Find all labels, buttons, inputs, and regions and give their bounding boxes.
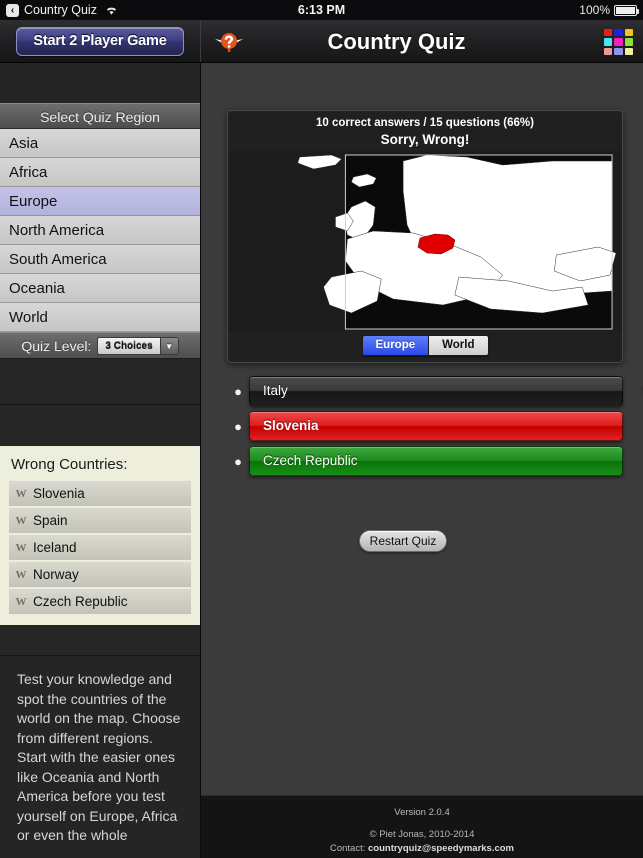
sidebar-spacer-b: [0, 405, 200, 446]
list-item[interactable]: W Czech Republic: [9, 588, 191, 614]
footer: Version 2.0.4 © Piet Jonas, 2010-2014 Co…: [201, 795, 643, 858]
map-toggle-world[interactable]: World: [428, 336, 488, 355]
back-chevron-icon[interactable]: ‹: [6, 3, 19, 17]
answer-list: ● Italy ● Slovenia ● Czech Republic: [227, 376, 623, 481]
list-item[interactable]: W Slovenia: [9, 480, 191, 506]
sidebar-spacer-c: [0, 625, 200, 655]
main-content: 10 correct answers / 15 questions (66%) …: [201, 63, 643, 858]
answer-row: ● Italy: [227, 376, 623, 406]
contact-line: Contact: countryquiz@speedymarks.com: [201, 842, 643, 856]
quiz-level-value: 3 Choices: [98, 337, 160, 354]
wrong-mark-icon: W: [15, 595, 27, 608]
chevron-down-icon: ▼: [159, 337, 178, 354]
sidebar-item-africa[interactable]: Africa: [0, 158, 200, 187]
europe-map[interactable]: [228, 151, 622, 331]
wrong-countries-panel: Wrong Countries: W Slovenia W Spain W Ic…: [0, 446, 200, 625]
grid-cell: [624, 47, 633, 55]
sidebar-item-north-america[interactable]: North America: [0, 216, 200, 245]
sidebar-item-south-america[interactable]: South America: [0, 245, 200, 274]
wrong-country-label: Iceland: [33, 540, 77, 555]
sidebar-top-spacer: [0, 63, 200, 103]
ios-status-bar: ‹ Country Quiz 6:13 PM 100%: [0, 0, 643, 20]
app-root: ‹ Country Quiz 6:13 PM 100% Start 2 Play…: [0, 0, 643, 858]
grid-cell: [604, 29, 613, 37]
wrong-mark-icon: W: [15, 541, 27, 554]
start-2-player-game-button[interactable]: Start 2 Player Game: [16, 27, 184, 56]
answer-option-italy[interactable]: Italy: [249, 376, 623, 406]
answer-option-slovenia[interactable]: Slovenia: [249, 411, 623, 441]
result-message: Sorry, Wrong!: [380, 132, 470, 147]
sidebar-item-europe[interactable]: Europe: [0, 187, 200, 216]
wrong-country-label: Norway: [33, 567, 79, 582]
answer-row: ● Czech Republic: [227, 446, 623, 476]
bullet-icon: ●: [234, 453, 242, 469]
score-line: 10 correct answers / 15 questions (66%): [316, 117, 534, 129]
sidebar-item-oceania[interactable]: Oceania: [0, 274, 200, 303]
answer-row: ● Slovenia: [227, 411, 623, 441]
select-quiz-region-header: Select Quiz Region: [0, 103, 200, 129]
list-item[interactable]: W Iceland: [9, 534, 191, 560]
wrong-country-label: Slovenia: [33, 486, 85, 501]
bullet-icon: ●: [234, 383, 242, 399]
sidebar-item-world[interactable]: World: [0, 303, 200, 332]
grid-cell: [624, 38, 633, 46]
wifi-icon: [105, 5, 118, 16]
bullet-icon: ●: [234, 418, 242, 434]
status-bar-right: 100%: [579, 3, 639, 17]
contact-label: Contact:: [329, 843, 366, 854]
sidebar-item-asia[interactable]: Asia: [0, 129, 200, 158]
app-navbar: Start 2 Player Game Country Quiz: [0, 20, 643, 63]
grid-cell: [624, 29, 633, 37]
quiz-card: 10 correct answers / 15 questions (66%) …: [227, 110, 623, 363]
quiz-level-bar: Quiz Level: 3 Choices ▼: [0, 332, 200, 359]
grid-cell: [614, 38, 623, 46]
about-description: Test your knowledge and spot the countri…: [17, 671, 181, 843]
page-title: Country Quiz: [327, 29, 466, 54]
wrong-country-label: Czech Republic: [33, 594, 128, 609]
wrong-mark-icon: W: [15, 487, 27, 500]
wrong-countries-title: Wrong Countries:: [11, 456, 128, 473]
wrong-mark-icon: W: [15, 568, 27, 581]
sidebar: Select Quiz Region Asia Africa Europe No…: [0, 63, 201, 858]
contact-email[interactable]: countryquiz@speedymarks.com: [368, 843, 514, 854]
segmented-control[interactable]: Europe World: [361, 335, 489, 356]
grid-cell: [604, 47, 613, 55]
grid-cell: [614, 47, 623, 55]
wrong-mark-icon: W: [15, 514, 27, 527]
status-bar-left: ‹ Country Quiz: [6, 3, 118, 17]
color-grid-icon[interactable]: [604, 29, 633, 55]
list-item[interactable]: W Spain: [9, 507, 191, 533]
battery-full-icon: [614, 4, 639, 16]
answer-option-czech-republic[interactable]: Czech Republic: [249, 446, 623, 476]
status-bar-app-name: Country Quiz: [24, 3, 97, 17]
grid-cell: [614, 29, 623, 37]
quiz-level-label: Quiz Level:: [21, 337, 92, 354]
map-toggle-europe[interactable]: Europe: [362, 336, 429, 355]
restart-quiz-button[interactable]: Restart Quiz: [359, 530, 447, 552]
version-label: Version 2.0.4: [394, 807, 450, 818]
map-scope-toggle[interactable]: Europe World: [228, 335, 622, 356]
map-svg: [228, 151, 622, 331]
wrong-country-label: Spain: [33, 513, 68, 528]
grid-cell: [604, 38, 613, 46]
list-item[interactable]: W Norway: [9, 561, 191, 587]
quiz-level-select[interactable]: 3 Choices ▼: [97, 336, 179, 355]
copyright-label: © Piet Jonas, 2010-2014: [369, 829, 475, 840]
sidebar-spacer-a: [0, 359, 200, 404]
battery-percent-label: 100%: [579, 3, 610, 17]
region-list: Asia Africa Europe North America South A…: [0, 129, 200, 332]
